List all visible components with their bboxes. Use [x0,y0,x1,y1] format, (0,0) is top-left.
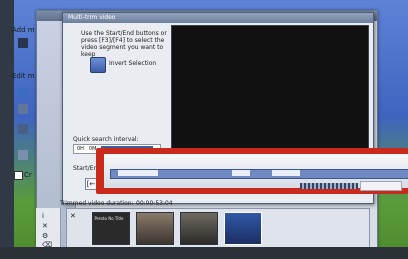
timeline-unselected-segment[interactable] [272,170,300,176]
clip-thumbnail-selected[interactable] [224,212,262,245]
timeline-unselected-segment[interactable] [232,170,250,176]
dialog-title: Multi-trim video [63,13,373,23]
video-preview [171,25,369,167]
dialog-instruction: Use the Start/End buttons or press [F3]/… [81,30,167,58]
clip-thumbnail[interactable] [180,212,218,245]
photo-frame-bottom [0,247,408,259]
person-icon[interactable] [18,38,28,48]
info-icon[interactable]: i [42,212,44,220]
create-checkbox[interactable] [14,171,23,180]
trimmed-duration-value: 00:00:53:04 [136,200,173,207]
storyboard-close-icon[interactable]: ✕ [70,212,76,220]
transition-icon[interactable] [18,150,28,160]
effects-icon[interactable] [18,124,28,134]
invert-selection-icon[interactable] [90,57,106,73]
sidebar-edit-media-label: Edit m [12,72,35,80]
quick-search-hours[interactable]: 0H [77,146,84,152]
clip-thumbnail[interactable] [136,212,174,245]
timeline-scrubber[interactable] [360,181,402,191]
video-icon[interactable] [18,88,28,98]
timeline-unselected-segment[interactable] [118,170,158,176]
sidebar-add-media-label: Add m [12,26,35,34]
settings-icon[interactable]: ⚙ [42,232,48,240]
trimmed-duration-label: Trimmed video duration: [60,200,134,207]
create-checkbox-label: Cr [24,171,32,179]
quick-search-label: Quick search interval: [73,136,139,143]
audio-icon[interactable] [18,104,28,114]
close-icon[interactable]: ✕ [42,222,48,230]
timeline-ruler [300,183,358,189]
clip-title-text: Presto No Title [94,216,124,221]
invert-selection-label[interactable]: Invert Selection [109,60,156,67]
photo-frame-left [0,0,14,259]
